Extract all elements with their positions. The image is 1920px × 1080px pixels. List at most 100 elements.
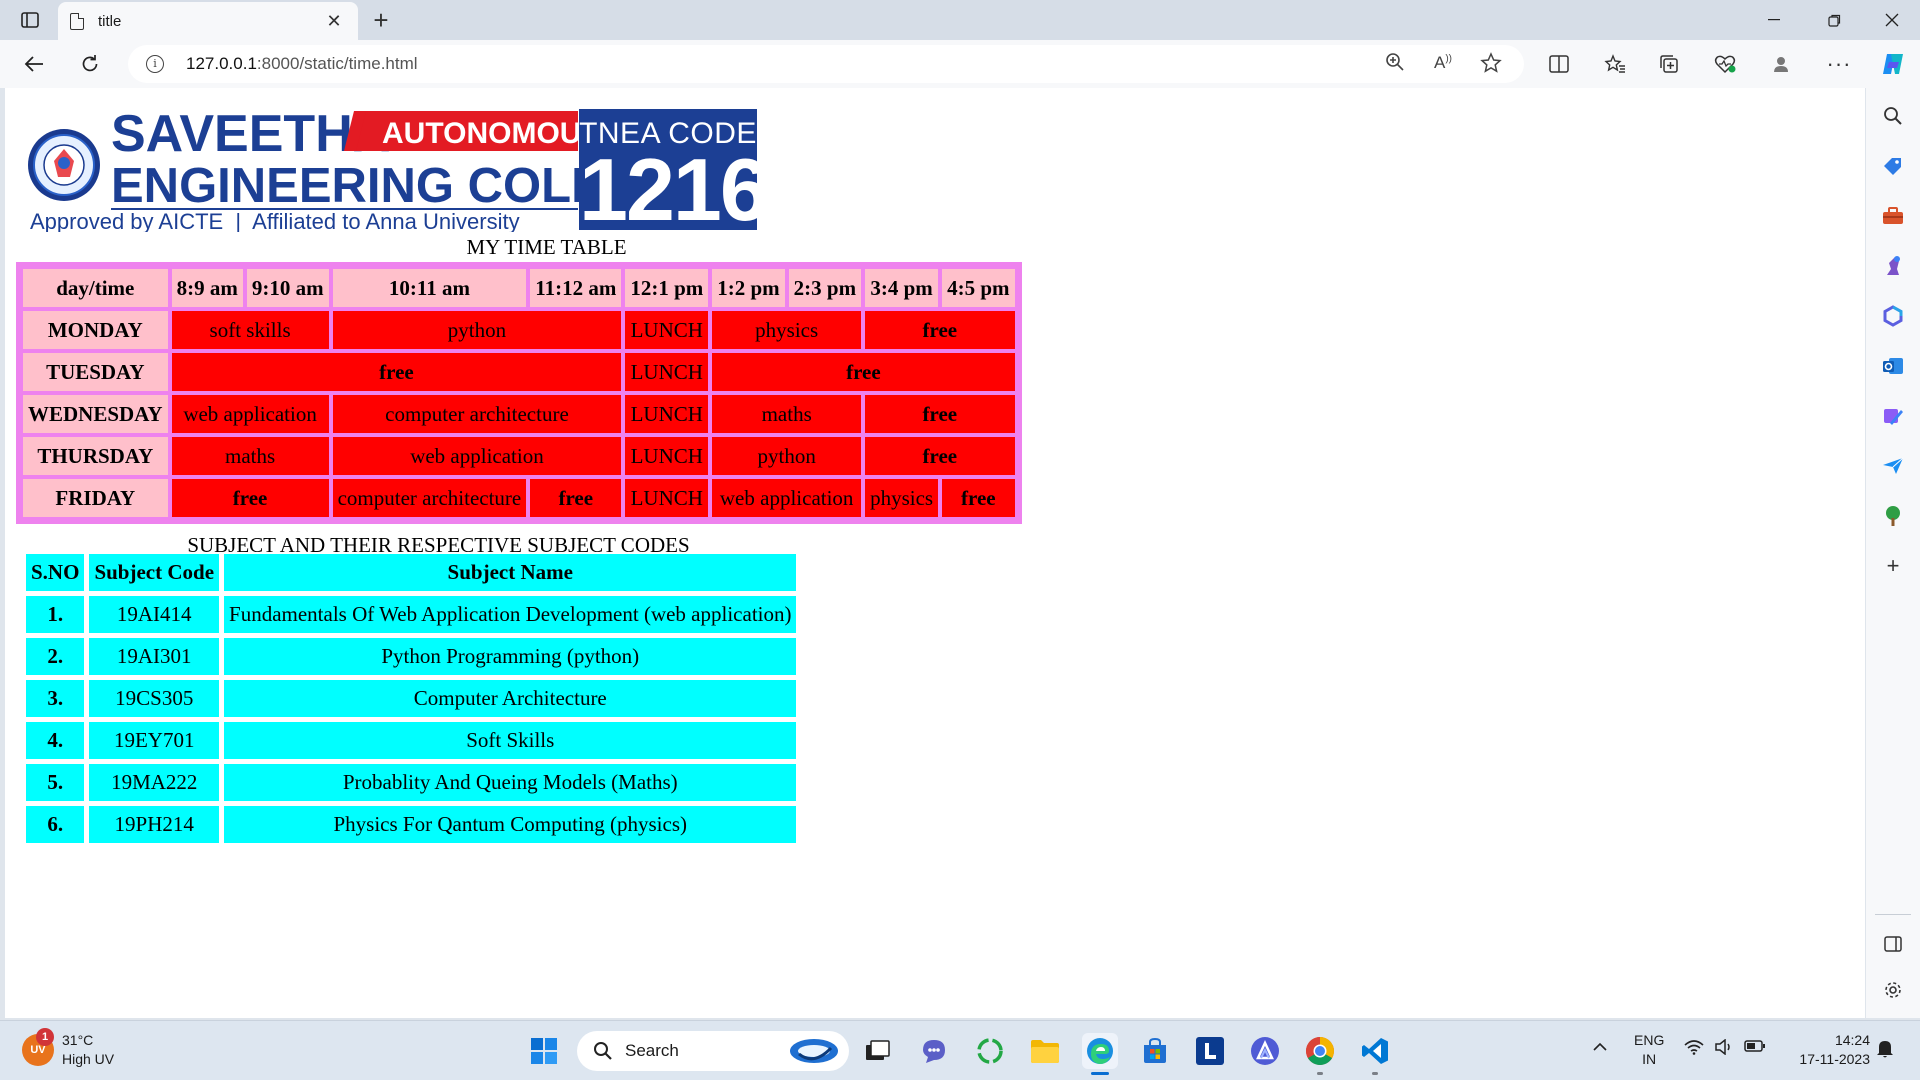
header-cell: 1:2 pm (712, 269, 785, 307)
timetable-row: TUESDAY free LUNCH free (23, 353, 1015, 391)
header-cell: 11:12 am (530, 269, 622, 307)
title-bar: title ✕ + (0, 0, 1920, 40)
sidebar-tree-button[interactable] (1877, 500, 1909, 532)
page-viewport: SAVEETHA AUTONOMOUS ENGINEERING COLLEGE … (5, 88, 1865, 1018)
browser-tab[interactable]: title ✕ (58, 2, 358, 40)
free-cell: free (865, 437, 1015, 475)
sno-cell: 3. (26, 680, 85, 717)
sidebar-games-button[interactable] (1877, 250, 1909, 282)
logo-line2: ENGINEERING COLLEGE (111, 159, 582, 213)
file-explorer-button[interactable] (1027, 1033, 1063, 1069)
sidebar-send-button[interactable] (1877, 450, 1909, 482)
region-code: IN (1642, 1051, 1657, 1067)
free-cell: free (171, 353, 622, 391)
restore-icon (1827, 14, 1840, 27)
chevron-up-icon (1593, 1042, 1607, 1051)
clock[interactable]: 14:24 17-11-2023 (1784, 1031, 1870, 1069)
uv-weather-icon: UV 1 (22, 1028, 54, 1066)
refresh-app-button[interactable] (972, 1033, 1008, 1069)
read-aloud-icon[interactable]: A)) (1430, 53, 1456, 77)
collections-button[interactable] (1652, 48, 1686, 80)
free-cell: free (171, 479, 329, 517)
day-cell: THURSDAY (23, 437, 168, 475)
tab-close-icon[interactable]: ✕ (322, 11, 346, 32)
triangle-app-icon (1251, 1037, 1279, 1065)
chat-bubble-icon (923, 1040, 945, 1063)
subjects-table: S.NO Subject Code Subject Name 1. 19AI41… (21, 549, 801, 848)
minimize-button[interactable] (1746, 0, 1802, 40)
sidebar-designer-button[interactable] (1877, 400, 1909, 432)
sidebar-search-button[interactable] (1877, 100, 1909, 132)
start-button[interactable] (526, 1033, 562, 1069)
l-app-button[interactable] (1192, 1033, 1228, 1069)
header-cell: 9:10 am (246, 269, 329, 307)
profile-button[interactable] (1764, 48, 1798, 80)
close-window-button[interactable] (1864, 0, 1920, 40)
sno-cell: 1. (26, 596, 85, 633)
chrome-button[interactable] (1302, 1033, 1338, 1075)
task-view-button[interactable] (860, 1033, 896, 1069)
sidebar-add-button[interactable]: + (1877, 550, 1909, 582)
sidebar-tools-button[interactable] (1877, 200, 1909, 232)
triangle-app-button[interactable] (1247, 1033, 1283, 1069)
active-indicator (1091, 1072, 1109, 1075)
toolbox-icon (1883, 207, 1903, 224)
logo-badge: AUTONOMOUS (382, 117, 582, 150)
sno-cell: 5. (26, 764, 85, 801)
more-options-icon: ··· (1826, 51, 1852, 76)
period-cell: python (332, 311, 622, 349)
store-button[interactable] (1137, 1033, 1173, 1069)
folder-icon (1031, 1040, 1059, 1063)
weather-widget[interactable]: UV 1 31°C High UV (22, 1028, 114, 1069)
designer-icon (1884, 409, 1903, 425)
timetable-row: MONDAY soft skills python LUNCH physics … (23, 311, 1015, 349)
subjects-header-row: S.NO Subject Code Subject Name (26, 554, 797, 591)
sidebar-settings-button[interactable] (1877, 974, 1909, 1006)
period-cell: web application (332, 437, 622, 475)
settings-more-button[interactable]: ··· (1822, 48, 1856, 80)
timetable-caption: MY TIME TABLE (466, 235, 627, 259)
header-cell: 4:5 pm (942, 269, 1015, 307)
notifications-button[interactable] (1876, 1039, 1894, 1064)
show-hidden-icons-button[interactable] (1592, 1037, 1608, 1056)
site-info-icon[interactable]: i (146, 55, 164, 73)
url-text[interactable]: 127.0.0.1:8000/static/time.html (186, 54, 418, 74)
split-screen-button[interactable] (1542, 48, 1576, 80)
zoom-icon[interactable] (1382, 52, 1408, 76)
store-bag-icon (1144, 1037, 1166, 1063)
name-cell: Python Programming (python) (224, 638, 797, 675)
code-cell: 19MA222 (89, 764, 220, 801)
sidebar-outlook-button[interactable] (1877, 350, 1909, 382)
sidebar-shopping-button[interactable] (1877, 150, 1909, 182)
favorite-star-icon[interactable] (1478, 52, 1504, 76)
refresh-button[interactable] (72, 48, 108, 80)
task-view-icon (866, 1040, 890, 1060)
vscode-button[interactable] (1357, 1033, 1393, 1075)
name-cell: Computer Architecture (224, 680, 797, 717)
header-cell: 12:1 pm (625, 269, 709, 307)
back-button[interactable] (16, 48, 52, 80)
browser-essentials-button[interactable] (1708, 48, 1742, 80)
search-icon (1884, 107, 1902, 125)
header-cell: 3:4 pm (865, 269, 939, 307)
heart-pulse-icon (1714, 55, 1736, 74)
new-tab-button[interactable]: + (366, 6, 396, 34)
sidebar-microsoft365-button[interactable] (1877, 300, 1909, 332)
sidebar-hide-button[interactable] (1877, 928, 1909, 960)
system-status-icons[interactable] (1684, 1039, 1766, 1055)
running-indicator (1372, 1072, 1378, 1075)
microsoft365-icon (1883, 305, 1903, 327)
collections-icon (1660, 55, 1678, 73)
plus-icon: + (1886, 553, 1900, 578)
taskbar-search-box[interactable]: Search (577, 1031, 849, 1071)
tab-actions-button[interactable] (14, 8, 46, 32)
favorites-list-icon (1604, 54, 1625, 73)
copilot-button[interactable] (1876, 48, 1910, 80)
favorites-button[interactable] (1598, 48, 1632, 80)
restore-button[interactable] (1806, 0, 1862, 40)
table-row: 3. 19CS305 Computer Architecture (26, 680, 797, 717)
language-indicator[interactable]: ENG IN (1634, 1031, 1664, 1069)
address-bar[interactable]: i 127.0.0.1:8000/static/time.html A)) (128, 45, 1524, 83)
edge-taskbar-button[interactable] (1082, 1033, 1118, 1075)
teams-chat-button[interactable] (916, 1033, 952, 1069)
